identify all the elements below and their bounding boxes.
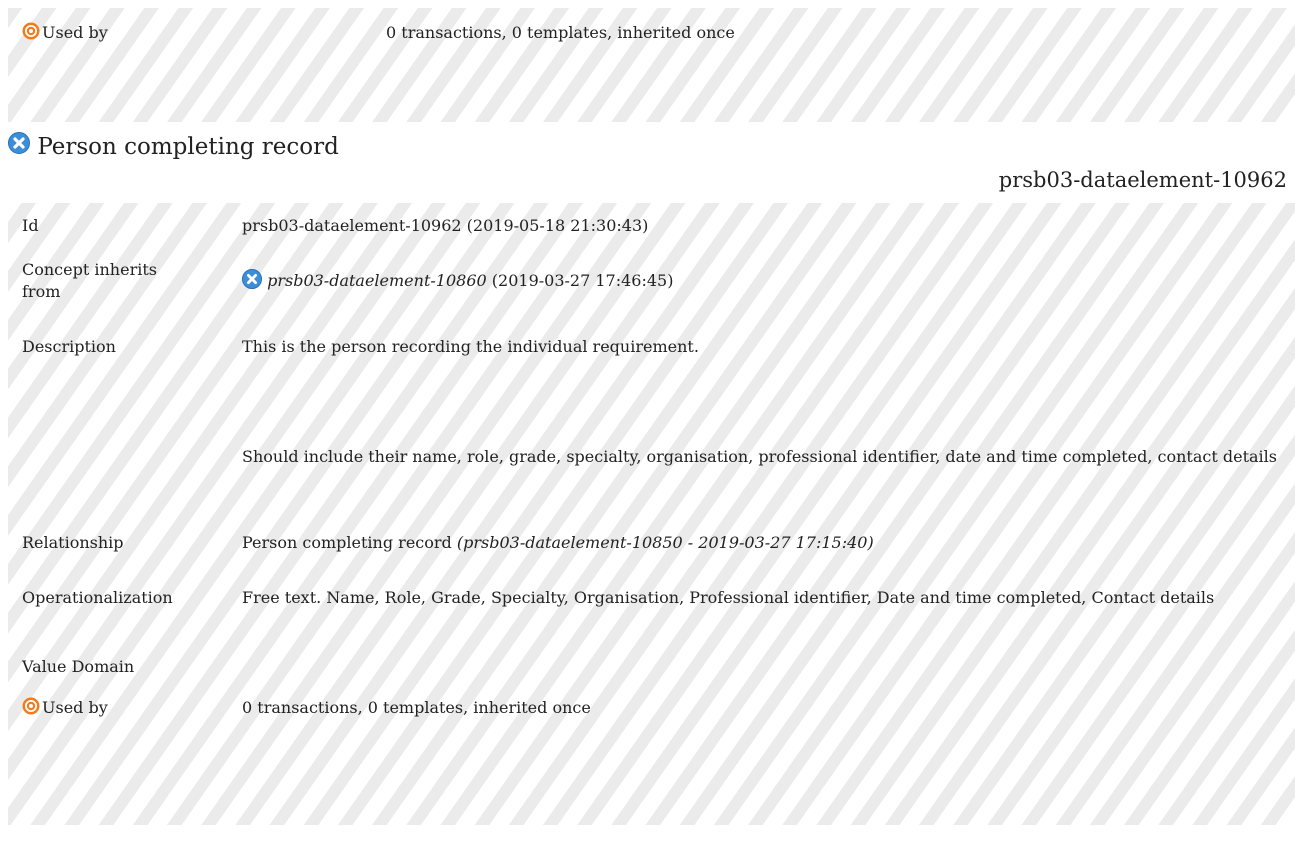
relationship-value: Person completing record (prsb03-dataele… (242, 532, 1292, 554)
inherits-date: (2019-03-27 17:46:45) (491, 271, 674, 290)
operationalization-value: Free text. Name, Role, Grade, Specialty,… (242, 588, 1215, 607)
concept-title-text: Person completing record (37, 134, 339, 160)
inherits-value: prsb03-dataelement-10860 (2019-03-27 17:… (242, 269, 1292, 292)
id-value: prsb03-dataelement-10962 (2019-05-18 21:… (242, 216, 649, 235)
id-label: Id (22, 216, 39, 235)
inherits-label: Concept inherits from (22, 260, 157, 301)
target-icon (22, 22, 40, 40)
used-by-label: Used by (42, 23, 108, 42)
description-label: Description (22, 337, 116, 356)
used-by-label-cell: Used by (22, 22, 108, 44)
used-by-value: 0 transactions, 0 templates, inherited o… (386, 23, 735, 42)
x-circle-icon (8, 132, 30, 154)
inherits-link[interactable]: prsb03-dataelement-10860 (267, 271, 487, 290)
target-icon (22, 697, 40, 715)
relationship-label: Relationship (22, 533, 124, 552)
relationship-name: Person completing record (242, 533, 452, 552)
concept-detail-panel: Id prsb03-dataelement-10962 (2019-05-18 … (8, 203, 1295, 825)
operationalization-label: Operationalization (22, 588, 173, 607)
concept-title: Person completing record (8, 132, 339, 162)
used-by-label-cell: Used by (22, 697, 108, 719)
description-p1: This is the person recording the individ… (242, 337, 699, 356)
relationship-ref: (prsb03-dataelement-10850 - 2019-03-27 1… (456, 533, 874, 552)
description-p2: Should include their name, role, grade, … (242, 447, 1277, 466)
used-by-value: 0 transactions, 0 templates, inherited o… (242, 698, 591, 717)
used-by-label: Used by (42, 698, 108, 717)
previous-concept-panel: Used by 0 transactions, 0 templates, inh… (8, 8, 1295, 122)
concept-id-header: prsb03-dataelement-10962 (998, 168, 1287, 192)
value-domain-label: Value Domain (22, 657, 135, 676)
x-circle-icon (242, 269, 262, 289)
